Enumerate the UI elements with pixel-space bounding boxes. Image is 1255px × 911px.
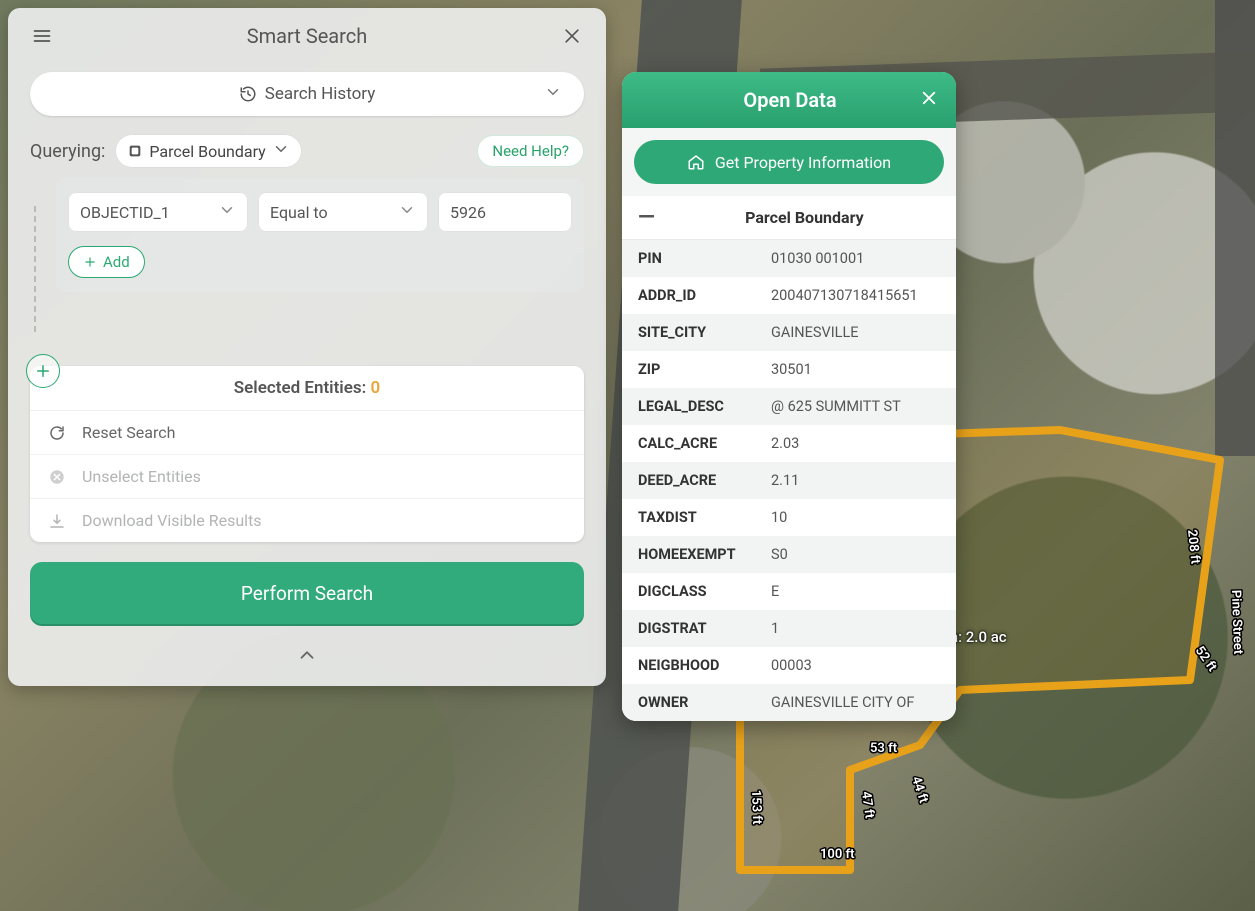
perform-search-button[interactable]: Perform Search [30,562,584,624]
attr-value: @ 625 SUMMITT ST [767,388,956,425]
attr-key: TAXDIST [622,499,767,536]
chevron-down-icon [398,201,416,223]
attr-key: DIGSTRAT [622,610,767,647]
attr-value: GAINESVILLE [767,314,956,351]
history-icon [239,85,257,103]
table-row: TAXDIST10 [622,499,956,536]
download-icon [46,512,68,530]
open-data-panel: Open Data Get Property Information — Par… [622,72,956,721]
attr-key: PIN [622,240,767,277]
querying-label: Querying: [30,141,105,162]
attr-key: DEED_ACRE [622,462,767,499]
layer-selector[interactable]: Parcel Boundary [115,134,301,168]
plus-icon [83,255,97,269]
attr-key: SITE_CITY [622,314,767,351]
get-property-info-label: Get Property Information [715,153,891,172]
table-row: PIN01030 001001 [622,240,956,277]
download-results-button: Download Visible Results [30,499,584,542]
house-icon [687,153,705,171]
section-title: Parcel Boundary [669,208,940,227]
unselect-entities-button: Unselect Entities [30,455,584,499]
attr-key: ZIP [622,351,767,388]
plus-icon [34,362,52,380]
operator-select[interactable]: Equal to [258,192,428,232]
attr-value: 200407130718415651 [767,277,956,314]
panel-title: Smart Search [54,24,560,48]
chevron-up-icon [296,644,318,666]
table-row: DIGCLASSE [622,573,956,610]
x-circle-icon [46,468,68,486]
attr-value: 2.11 [767,462,956,499]
chevron-down-icon [544,83,562,105]
download-label: Download Visible Results [82,511,262,530]
attr-value: E [767,573,956,610]
table-row: HOMEEXEMPTS0 [622,536,956,573]
attr-value: GAINESVILLE CITY OF [767,684,956,721]
unselect-label: Unselect Entities [82,467,201,486]
attr-value: 10 [767,499,956,536]
attr-key: NEIGBHOOD [622,647,767,684]
attr-key: DIGCLASS [622,573,767,610]
attr-value: 01030 001001 [767,240,956,277]
attr-value: 2.03 [767,425,956,462]
value-input[interactable]: 5926 [438,192,572,232]
close-icon[interactable] [920,88,938,112]
selected-entities-card: Selected Entities: 0 Reset Search Unsele… [30,366,584,542]
attr-key: OWNER [622,684,767,721]
table-row: LEGAL_DESC@ 625 SUMMITT ST [622,388,956,425]
add-label: Add [103,253,130,271]
open-data-title: Open Data [660,88,920,112]
parcel-area-label: a: 2.0 ac [950,628,1007,646]
table-row: ADDR_ID200407130718415651 [622,277,956,314]
section-toggle[interactable]: — Parcel Boundary [622,196,956,240]
selected-entities-header: Selected Entities: 0 [30,366,584,411]
selected-count: 0 [370,378,380,398]
collapse-panel-button[interactable] [26,630,588,674]
selected-label: Selected Entities: [234,378,366,398]
menu-icon[interactable] [30,24,54,48]
table-row: OWNERGAINESVILLE CITY OF [622,684,956,721]
reset-label: Reset Search [82,423,175,442]
operator-value: Equal to [270,203,328,222]
attr-key: HOMEEXEMPT [622,536,767,573]
refresh-icon [46,424,68,442]
table-row: ZIP30501 [622,351,956,388]
attr-key: LEGAL_DESC [622,388,767,425]
attr-value: 30501 [767,351,956,388]
attr-key: ADDR_ID [622,277,767,314]
add-clause-group-button[interactable] [26,354,60,388]
add-condition-button[interactable]: Add [68,246,145,278]
search-history-label: Search History [265,84,376,104]
table-row: NEIGBHOOD00003 [622,647,956,684]
smart-search-panel: Smart Search Search History Querying: Pa… [8,8,606,686]
search-history-dropdown[interactable]: Search History [30,72,584,116]
layer-name: Parcel Boundary [149,142,265,161]
table-row: SITE_CITYGAINESVILLE [622,314,956,351]
attr-value: 00003 [767,647,956,684]
close-icon[interactable] [560,24,584,48]
attribute-table: PIN01030 001001ADDR_ID200407130718415651… [622,240,956,721]
layer-icon [127,143,143,159]
field-value: OBJECTID_1 [80,203,170,222]
value-text: 5926 [450,203,486,222]
field-select[interactable]: OBJECTID_1 [68,192,248,232]
reset-search-button[interactable]: Reset Search [30,411,584,455]
query-clause: OBJECTID_1 Equal to 5926 Add [56,178,584,292]
table-row: DIGSTRAT1 [622,610,956,647]
chevron-down-icon [218,201,236,223]
get-property-info-button[interactable]: Get Property Information [634,140,944,184]
chevron-down-icon [272,140,290,162]
need-help-button[interactable]: Need Help? [477,135,584,167]
table-row: DEED_ACRE2.11 [622,462,956,499]
attr-value: S0 [767,536,956,573]
table-row: CALC_ACRE2.03 [622,425,956,462]
attr-key: CALC_ACRE [622,425,767,462]
attr-value: 1 [767,610,956,647]
